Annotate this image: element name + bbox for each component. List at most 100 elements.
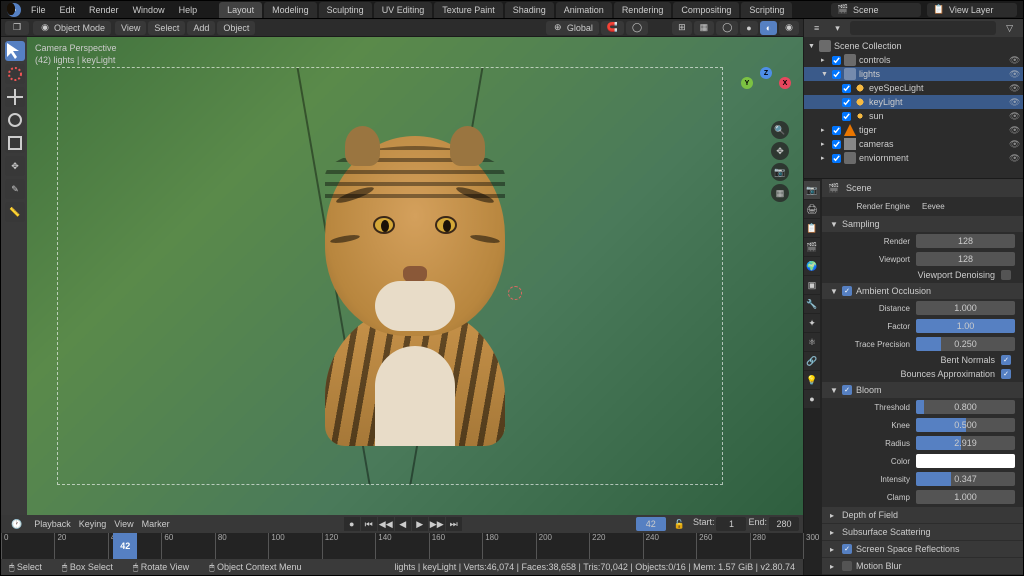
ao-checkbox[interactable]: ✓ xyxy=(842,286,852,296)
object-tab[interactable]: ▣ xyxy=(804,276,820,294)
workspace-tab-texture-paint[interactable]: Texture Paint xyxy=(434,2,503,18)
select-tool[interactable] xyxy=(5,41,25,61)
timeline-editor-dropdown[interactable]: 🕐 xyxy=(5,517,28,531)
bloom-checkbox[interactable]: ✓ xyxy=(842,385,852,395)
mode-dropdown[interactable]: ◉ Object Mode xyxy=(33,21,111,35)
menu-edit[interactable]: Edit xyxy=(58,3,78,17)
3d-viewport[interactable]: ✥ ✎ 📏 xyxy=(1,37,803,515)
bent-checkbox[interactable]: ✓ xyxy=(1001,355,1011,365)
visibility-icon[interactable]: 👁 xyxy=(1009,69,1019,79)
engine-dropdown[interactable]: Eevee xyxy=(916,199,1015,213)
workspace-tab-layout[interactable]: Layout xyxy=(219,2,262,18)
viewport-samples-field[interactable]: 128 xyxy=(916,252,1015,266)
denoise-checkbox[interactable] xyxy=(1001,270,1011,280)
scale-tool[interactable] xyxy=(5,133,25,153)
menu-help[interactable]: Help xyxy=(177,3,200,17)
tree-sun[interactable]: sun👁 xyxy=(804,109,1023,123)
workspace-tab-sculpting[interactable]: Sculpting xyxy=(319,2,372,18)
autokey-toggle[interactable]: ● xyxy=(344,517,360,531)
modifier-tab[interactable]: 🔧 xyxy=(804,295,820,313)
menu-file[interactable]: File xyxy=(29,3,48,17)
ao-distance-field[interactable]: 1.000 xyxy=(916,301,1015,315)
tree-keyLight[interactable]: keyLight👁 xyxy=(804,95,1023,109)
zoom-button[interactable]: 🔍 xyxy=(771,121,789,139)
viewport-canvas[interactable] xyxy=(27,37,803,515)
workspace-tab-animation[interactable]: Animation xyxy=(556,2,612,18)
tl-menu-view[interactable]: View xyxy=(114,519,133,529)
bounce-checkbox[interactable]: ✓ xyxy=(1001,369,1011,379)
viewlayer-selector[interactable]: 📋 View Layer xyxy=(927,3,1017,17)
overlay-toggle[interactable]: ⊞ xyxy=(672,21,692,35)
nav-gizmo[interactable]: X Y Z xyxy=(741,67,791,117)
outliner-search[interactable] xyxy=(850,21,996,35)
tl-menu-keying[interactable]: Keying xyxy=(79,519,107,529)
visibility-icon[interactable]: 👁 xyxy=(1009,55,1019,65)
ao-panel[interactable]: ▼✓Ambient Occlusion xyxy=(822,283,1023,299)
end-frame-field[interactable]: 280 xyxy=(769,517,799,531)
tree-tiger[interactable]: ▸ tiger👁 xyxy=(804,123,1023,137)
tree-lights[interactable]: ▼ lights👁 xyxy=(804,67,1023,81)
workspace-tab-rendering[interactable]: Rendering xyxy=(614,2,672,18)
visibility-icon[interactable]: 👁 xyxy=(1009,139,1019,149)
bloom-intensity-field[interactable]: 0.347 xyxy=(916,472,1015,486)
render-samples-field[interactable]: 128 xyxy=(916,234,1015,248)
bloom-clamp-field[interactable]: 1.000 xyxy=(916,490,1015,504)
material-tab[interactable]: ● xyxy=(804,390,820,408)
orientation-dropdown[interactable]: ⊕ Global xyxy=(546,21,599,35)
jump-end[interactable]: ⏭ xyxy=(446,517,462,531)
panel-checkbox[interactable]: ✓ xyxy=(842,544,852,554)
playhead[interactable]: 42 xyxy=(113,533,137,559)
vp-menu-view[interactable]: View xyxy=(115,21,146,35)
visibility-icon[interactable]: 👁 xyxy=(1009,111,1019,121)
editor-type-dropdown[interactable]: ❒ xyxy=(5,21,29,35)
bloom-color-field[interactable] xyxy=(916,454,1015,468)
panel-subsurface-scattering[interactable]: ▸Subsurface Scattering xyxy=(822,524,1023,540)
tree-root[interactable]: ▼ Scene Collection xyxy=(804,39,1023,53)
jump-start[interactable]: ⏮ xyxy=(361,517,377,531)
move-tool[interactable] xyxy=(5,87,25,107)
measure-tool[interactable]: 📏 xyxy=(5,202,25,222)
panel-depth-of-field[interactable]: ▸Depth of Field xyxy=(822,507,1023,523)
shading-material[interactable]: ◐ xyxy=(760,21,777,35)
start-frame-field[interactable]: 1 xyxy=(716,517,746,531)
shading-solid[interactable]: ● xyxy=(740,21,757,35)
snap-dropdown[interactable]: 🧲 xyxy=(601,21,624,35)
annotate-tool[interactable]: ✎ xyxy=(5,179,25,199)
workspace-tab-compositing[interactable]: Compositing xyxy=(673,2,739,18)
physics-tab[interactable]: ⚛ xyxy=(804,333,820,351)
menu-render[interactable]: Render xyxy=(87,3,121,17)
timeline-ruler[interactable]: 0204060801001201401601802002202402602803… xyxy=(1,533,803,559)
workspace-tab-shading[interactable]: Shading xyxy=(505,2,554,18)
data-tab[interactable]: 💡 xyxy=(804,371,820,389)
constraint-tab[interactable]: 🔗 xyxy=(804,352,820,370)
world-tab[interactable]: 🌍 xyxy=(804,257,820,275)
outliner-tree[interactable]: ▼ Scene Collection▸ controls👁▼ lights👁 e… xyxy=(804,37,1023,178)
vp-menu-object[interactable]: Object xyxy=(217,21,255,35)
next-key[interactable]: ▶▶ xyxy=(429,517,445,531)
viewlayer-tab[interactable]: 📋 xyxy=(804,219,820,237)
play-reverse[interactable]: ◀ xyxy=(395,517,411,531)
bloom-panel[interactable]: ▼✓Bloom xyxy=(822,382,1023,398)
bloom-thresh-field[interactable]: 0.800 xyxy=(916,400,1015,414)
bloom-knee-field[interactable]: 0.500 xyxy=(916,418,1015,432)
ao-factor-field[interactable]: 1.00 xyxy=(916,319,1015,333)
menu-window[interactable]: Window xyxy=(131,3,167,17)
particle-tab[interactable]: ✦ xyxy=(804,314,820,332)
workspace-tab-modeling[interactable]: Modeling xyxy=(264,2,317,18)
visibility-icon[interactable]: 👁 xyxy=(1009,83,1019,93)
shading-wireframe[interactable]: ◯ xyxy=(716,21,738,35)
workspace-tab-scripting[interactable]: Scripting xyxy=(741,2,792,18)
transform-tool[interactable]: ✥ xyxy=(5,156,25,176)
workspace-tab-uv-editing[interactable]: UV Editing xyxy=(374,2,433,18)
tree-controls[interactable]: ▸ controls👁 xyxy=(804,53,1023,67)
ao-trace-field[interactable]: 0.250 xyxy=(916,337,1015,351)
current-frame-field[interactable]: 42 xyxy=(636,517,666,531)
panel-motion-blur[interactable]: ▸Motion Blur xyxy=(822,558,1023,574)
visibility-icon[interactable]: 👁 xyxy=(1009,97,1019,107)
axis-x[interactable]: X xyxy=(779,77,791,89)
scene-selector[interactable]: 🎬 Scene xyxy=(831,3,921,17)
display-mode[interactable]: ▾ xyxy=(829,21,846,35)
proportional-edit-toggle[interactable]: ◯ xyxy=(626,21,648,35)
shading-rendered[interactable]: ◉ xyxy=(779,21,799,35)
axis-y[interactable]: Y xyxy=(741,77,753,89)
